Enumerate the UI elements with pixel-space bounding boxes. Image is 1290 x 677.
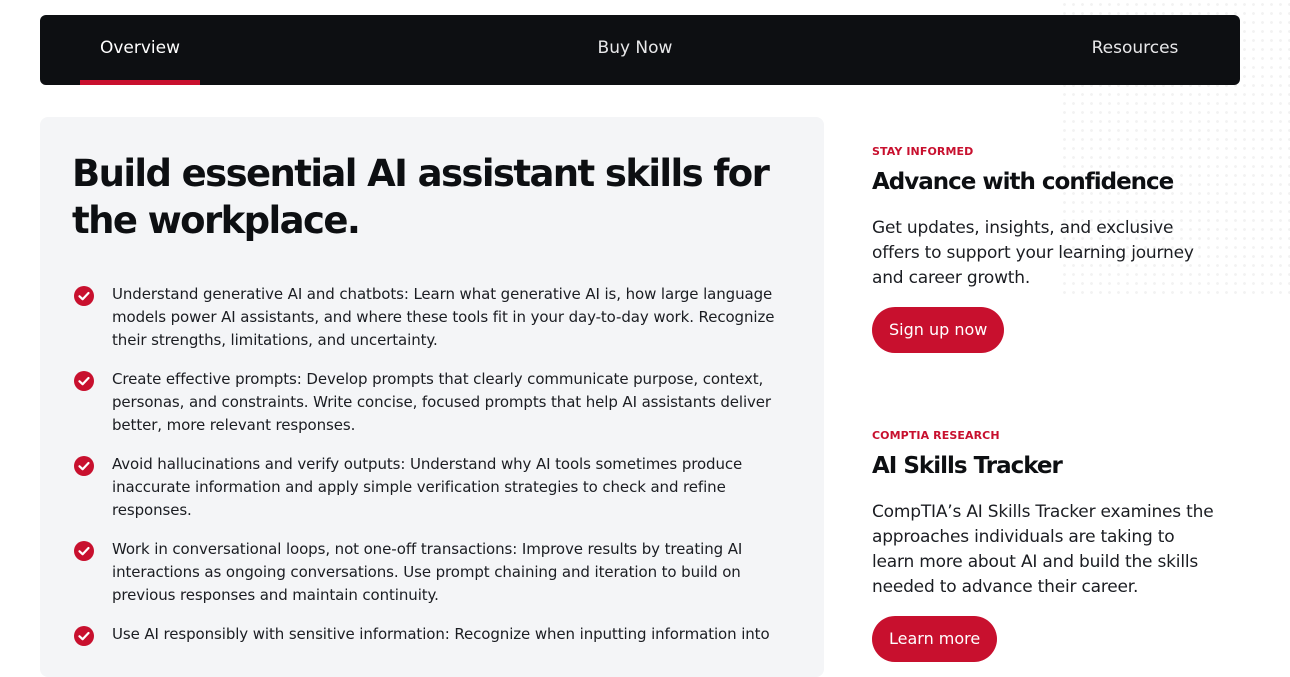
- skill-item-generative-ai: Understand generative AI and chatbots: L…: [72, 283, 792, 352]
- tab-buy-now[interactable]: Buy Now: [580, 15, 690, 85]
- sign-up-button[interactable]: Sign up now: [872, 307, 1005, 353]
- research-text: CompTIA’s AI Skills Tracker examines the…: [872, 502, 1214, 597]
- skill-text: Create effective prompts: Develop prompt…: [112, 370, 771, 434]
- check-circle-icon: [74, 371, 94, 391]
- check-circle-icon: [74, 626, 94, 646]
- check-circle-icon: [74, 286, 94, 306]
- page-title: Build essential AI assistant skills for …: [72, 152, 770, 242]
- learn-more-button[interactable]: Learn more: [872, 616, 998, 662]
- skill-text: Use AI responsibly with sensitive inform…: [112, 625, 770, 643]
- tab-resources-label: Resources: [1091, 38, 1179, 58]
- active-tab-indicator: [80, 80, 200, 85]
- stay-informed-text: Get updates, insights, and exclusive off…: [872, 218, 1194, 288]
- skill-item-prompts: Create effective prompts: Develop prompt…: [72, 368, 792, 437]
- tab-overview[interactable]: Overview: [80, 15, 200, 85]
- top-navigation-bar: Overview Buy Now Resources: [40, 15, 1240, 85]
- skill-text: Work in conversational loops, not one-of…: [112, 540, 743, 604]
- research-title: AI Skills Tracker: [872, 453, 1063, 479]
- research-eyebrow: COMPTIA RESEARCH: [872, 429, 1000, 442]
- tab-resources[interactable]: Resources: [1080, 15, 1190, 85]
- stay-informed-eyebrow: STAY INFORMED: [872, 145, 974, 158]
- skill-item-hallucinations: Avoid hallucinations and verify outputs:…: [72, 453, 792, 522]
- skills-list: Understand generative AI and chatbots: L…: [72, 283, 792, 662]
- check-circle-icon: [74, 541, 94, 561]
- check-circle-icon: [74, 456, 94, 476]
- tab-buy-now-label: Buy Now: [597, 38, 673, 58]
- skill-item-conversational-loops: Work in conversational loops, not one-of…: [72, 538, 792, 607]
- skills-overview-card: Build essential AI assistant skills for …: [40, 117, 824, 677]
- stay-informed-title: Advance with confidence: [872, 169, 1174, 195]
- learn-more-container: Learn more: [872, 616, 998, 662]
- skill-item-responsible-ai: Use AI responsibly with sensitive inform…: [72, 623, 792, 646]
- sign-up-container: Sign up now: [872, 307, 1005, 353]
- skill-text: Understand generative AI and chatbots: L…: [112, 285, 775, 349]
- tab-overview-label: Overview: [99, 38, 181, 58]
- skill-text: Avoid hallucinations and verify outputs:…: [112, 455, 743, 519]
